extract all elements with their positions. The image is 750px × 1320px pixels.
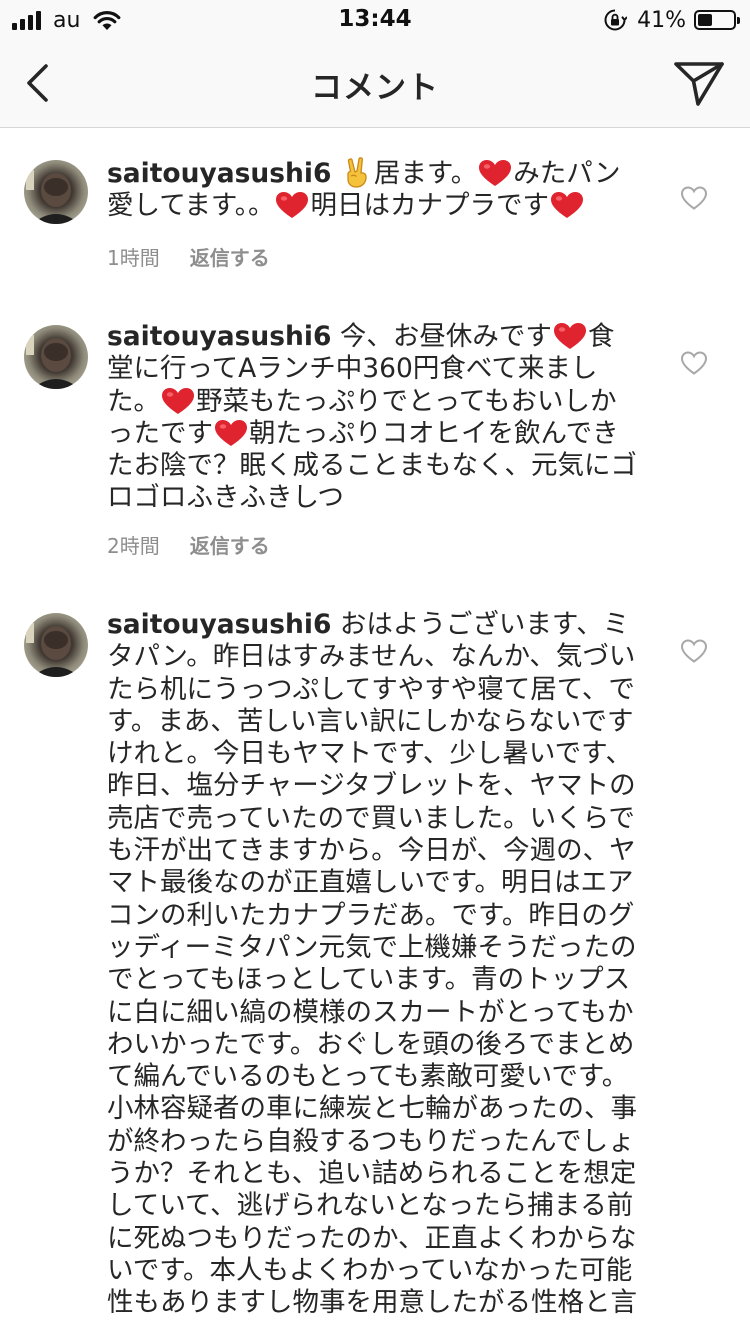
avatar[interactable] (24, 613, 88, 677)
reply-button[interactable]: 返信する (190, 530, 270, 559)
battery-icon (694, 10, 740, 30)
comment-time: 2時間 (107, 534, 160, 558)
heart-outline-icon[interactable] (680, 638, 708, 664)
navigation-bar: コメント (0, 40, 750, 128)
status-right: 41% (603, 7, 740, 33)
username-link[interactable]: saitouyasushi6 (107, 321, 331, 352)
orientation-lock-icon (604, 9, 628, 31)
heart-outline-icon[interactable] (680, 350, 708, 376)
victory-hand-icon (347, 157, 367, 188)
red-heart-icon (162, 387, 194, 414)
red-heart-icon (215, 419, 247, 446)
comment-meta: 1時間 返信する (107, 242, 270, 271)
comment-text: saitouyasushi6 居ます。 みたパン愛してます。。 明日はカナプラです (107, 156, 637, 223)
comment-text-segment: 居ます。 (373, 158, 478, 189)
red-heart-icon (550, 192, 583, 219)
username-link[interactable]: saitouyasushi6 (107, 609, 331, 640)
page-title: コメント (311, 70, 439, 106)
comment-text: saitouyasushi6 おはようございます、ミタパン。昨日はすみません、な… (107, 609, 637, 1320)
comment-text-segment: おはようございます、ミタパン。昨日はすみません、なんか、気づいたら机にうっつぷし… (107, 609, 637, 1319)
comment-text-segment: 今、お昼休みです (339, 321, 552, 352)
reply-button[interactable]: 返信する (190, 242, 270, 271)
comment-time: 1時間 (107, 246, 160, 270)
comment-meta: 2時間 返信する (107, 530, 270, 559)
battery-percent: 41% (637, 7, 686, 33)
battery-level-fill (698, 14, 712, 26)
paper-plane-icon[interactable] (672, 58, 726, 108)
red-heart-icon (553, 323, 586, 349)
red-heart-icon (276, 192, 309, 219)
username-link[interactable]: saitouyasushi6 (107, 158, 331, 189)
avatar[interactable] (24, 325, 88, 389)
comment-text-segment: 明日はカナプラです (310, 190, 549, 222)
avatar[interactable] (24, 160, 88, 224)
red-heart-icon (479, 160, 512, 186)
status-bar: au 13:44 41% (0, 0, 750, 40)
battery-nub (737, 17, 740, 24)
comment-text: saitouyasushi6 今、お昼休みです 食堂に行ってAランチ中360円食べ… (107, 321, 637, 515)
heart-outline-icon[interactable] (680, 185, 708, 211)
